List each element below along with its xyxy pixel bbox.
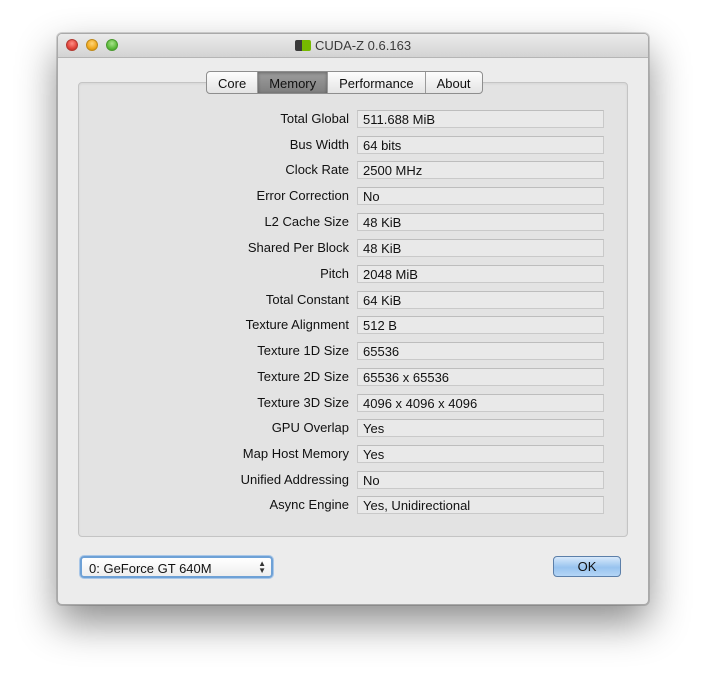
memory-row-value: 2048 MiB <box>357 265 604 283</box>
memory-row: Texture Alignment 512 B <box>79 316 627 335</box>
memory-row-label: Texture Alignment <box>245 317 349 332</box>
tab-memory[interactable]: Memory <box>258 72 329 93</box>
memory-row: Total Global 511.688 MiB <box>79 110 627 129</box>
memory-row-value: 65536 <box>357 342 604 360</box>
memory-row-value: 48 KiB <box>357 239 604 257</box>
memory-row-value: Yes, Unidirectional <box>357 496 604 514</box>
memory-row-label: Bus Width <box>289 137 349 152</box>
memory-row-label: Clock Rate <box>285 162 349 177</box>
memory-row: Async Engine Yes, Unidirectional <box>79 496 627 515</box>
memory-row-label: Map Host Memory <box>242 446 349 461</box>
cuda-z-app-icon <box>294 40 311 51</box>
memory-row-value: 65536 x 65536 <box>357 368 604 386</box>
tab-performance[interactable]: Performance <box>328 72 426 93</box>
memory-row: GPU Overlap Yes <box>79 419 627 438</box>
memory-row: Error Correction No <box>79 187 627 206</box>
memory-row: Unified Addressing No <box>79 471 627 490</box>
tab-bar: Core Memory Performance About <box>206 71 483 94</box>
memory-row-value: 64 KiB <box>357 291 604 309</box>
memory-row-value: No <box>357 187 604 205</box>
memory-row-label: Texture 3D Size <box>257 395 349 410</box>
memory-row-label: Unified Addressing <box>240 472 349 487</box>
up-down-arrows-icon: ▲ ▼ <box>258 559 266 575</box>
memory-row-label: Shared Per Block <box>247 240 349 255</box>
memory-row-label: Pitch <box>320 266 349 281</box>
memory-row-label: Error Correction <box>256 188 349 203</box>
memory-panel: Total Global 511.688 MiB Bus Width 64 bi… <box>78 82 628 537</box>
memory-row: Shared Per Block 48 KiB <box>79 239 627 258</box>
memory-row-value: 48 KiB <box>357 213 604 231</box>
memory-row: Texture 2D Size 65536 x 65536 <box>79 368 627 387</box>
memory-row-label: Async Engine <box>269 497 350 512</box>
memory-row-label: Total Constant <box>265 292 349 307</box>
memory-row: Pitch 2048 MiB <box>79 265 627 284</box>
memory-row-value: 64 bits <box>357 136 604 154</box>
cuda-z-window: CUDA-Z 0.6.163 Core Memory Performance A… <box>57 33 649 605</box>
memory-row-label: Texture 1D Size <box>257 343 349 358</box>
memory-row-value: 511.688 MiB <box>357 110 604 128</box>
memory-row-label: Texture 2D Size <box>257 369 349 384</box>
memory-row-value: 4096 x 4096 x 4096 <box>357 394 604 412</box>
memory-row-label: GPU Overlap <box>271 420 349 435</box>
window-title: CUDA-Z 0.6.163 <box>314 38 412 53</box>
memory-row: Total Constant 64 KiB <box>79 291 627 310</box>
memory-row-value: Yes <box>357 419 604 437</box>
memory-row-value: No <box>357 471 604 489</box>
tab-core[interactable]: Core <box>207 72 259 93</box>
memory-row: Texture 3D Size 4096 x 4096 x 4096 <box>79 394 627 413</box>
device-select-value: 0: GeForce GT 640M <box>89 561 212 576</box>
memory-row: Map Host Memory Yes <box>79 445 627 464</box>
title-bar[interactable]: CUDA-Z 0.6.163 <box>58 34 648 58</box>
memory-row-value: Yes <box>357 445 604 463</box>
memory-row: L2 Cache Size 48 KiB <box>79 213 627 232</box>
memory-row: Bus Width 64 bits <box>79 136 627 155</box>
memory-row: Texture 1D Size 65536 <box>79 342 627 361</box>
memory-row-label: L2 Cache Size <box>264 214 349 229</box>
device-select[interactable]: 0: GeForce GT 640M ▲ ▼ <box>80 556 273 578</box>
memory-row-label: Total Global <box>280 111 349 126</box>
memory-row-value: 512 B <box>357 316 604 334</box>
memory-row-value: 2500 MHz <box>357 161 604 179</box>
tab-about[interactable]: About <box>426 72 482 93</box>
memory-row: Clock Rate 2500 MHz <box>79 161 627 180</box>
ok-button[interactable]: OK <box>553 556 621 577</box>
window-title-wrap: CUDA-Z 0.6.163 <box>58 38 648 53</box>
